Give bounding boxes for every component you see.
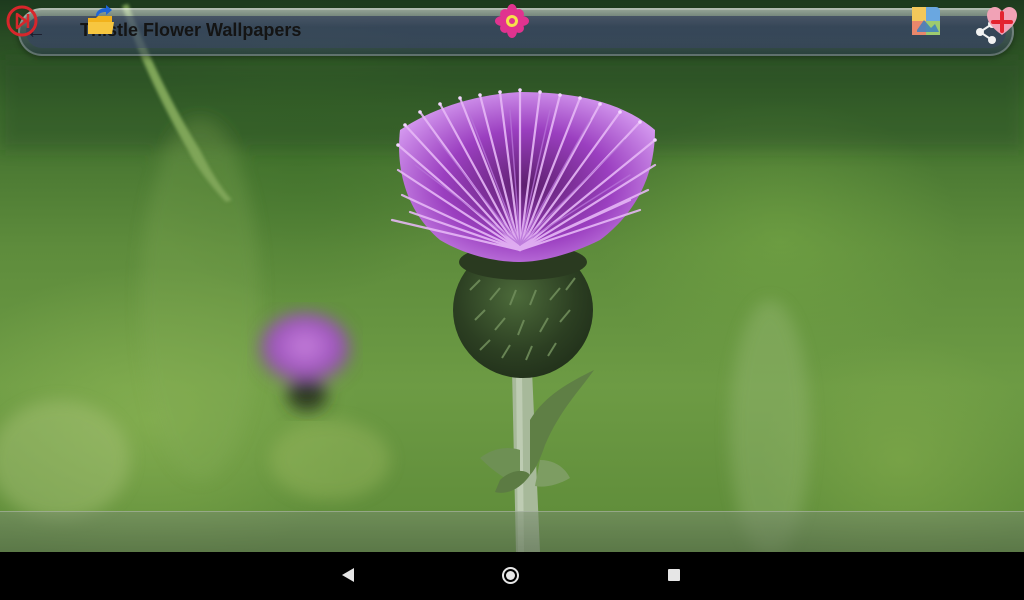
gallery-icon: [912, 7, 940, 35]
heart-add-icon: [987, 7, 1017, 35]
nav-back-icon[interactable]: [342, 568, 354, 582]
save-folder-button[interactable]: [84, 4, 118, 38]
gallery-button[interactable]: [909, 4, 943, 38]
slideshow-button[interactable]: [5, 4, 39, 38]
nav-home-icon[interactable]: [502, 567, 519, 584]
folder-export-icon: [88, 5, 114, 34]
app-screen: ← Thistle Flower Wallpapers: [0, 0, 1024, 600]
slideshow-play-icon: [6, 5, 38, 37]
flower-button[interactable]: [495, 4, 529, 38]
favorite-add-button[interactable]: [985, 4, 1019, 38]
bottom-toolbar: [0, 511, 1024, 553]
nav-recents-icon[interactable]: [668, 569, 680, 581]
flower-icon: [495, 4, 529, 38]
thistle-flower-image: [0, 4, 1024, 552]
wallpaper-image: [0, 0, 1024, 552]
system-nav-bar: [0, 552, 1024, 600]
